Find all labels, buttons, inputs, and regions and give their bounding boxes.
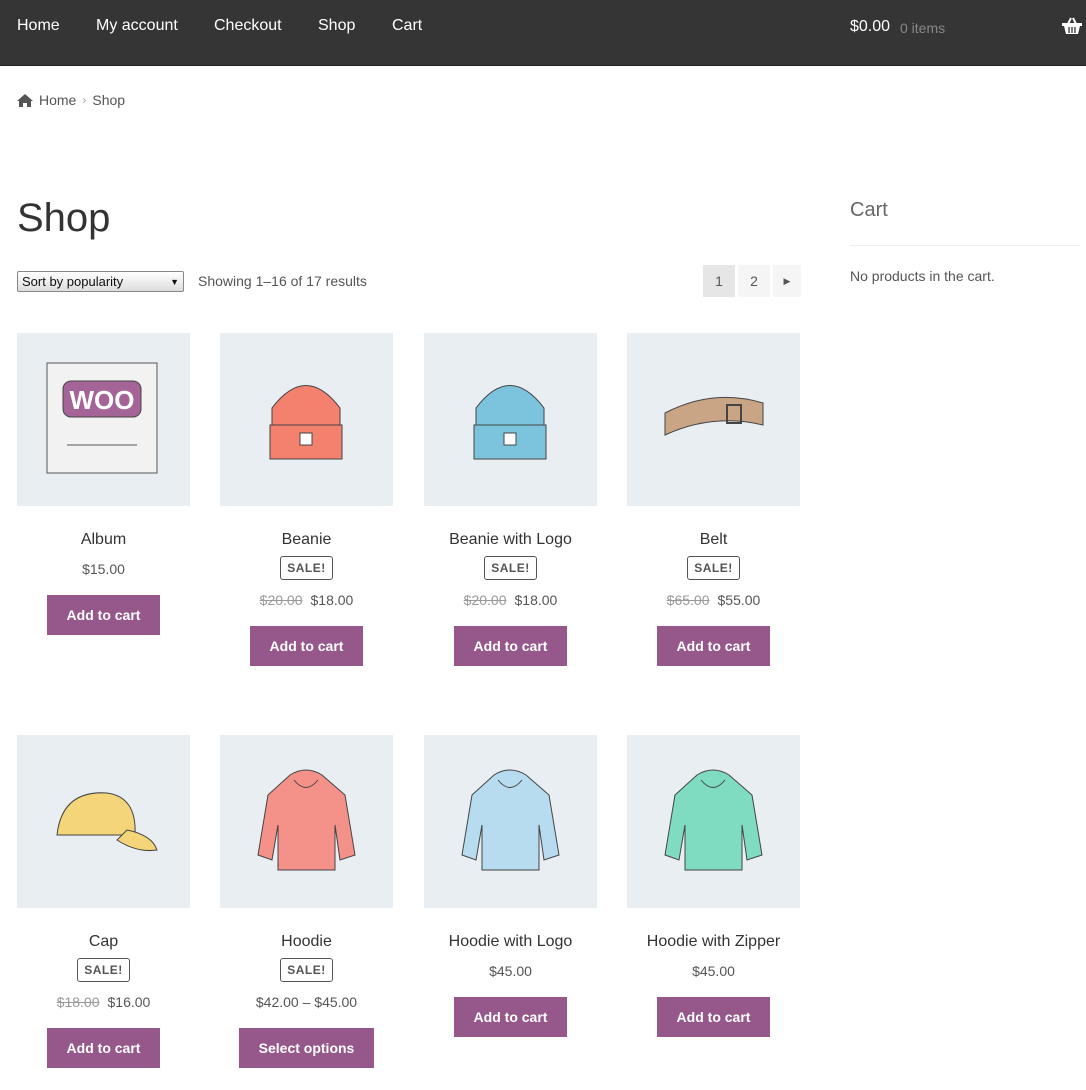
product-price: $15.00 — [82, 561, 125, 577]
current-price: $45.00 — [489, 963, 532, 979]
page-1: 1 — [703, 265, 735, 297]
beanie-image — [473, 385, 547, 460]
product-price: $45.00 — [489, 963, 532, 979]
product-title[interactable]: Belt — [700, 531, 728, 549]
current-price: $55.00 — [717, 592, 761, 608]
nav-shop[interactable]: Shop — [318, 17, 355, 35]
breadcrumb-home[interactable]: Home — [39, 92, 76, 108]
hoodie-image — [461, 769, 560, 871]
page-2[interactable]: 2 — [738, 265, 770, 297]
old-price: $65.00 — [666, 592, 710, 608]
add-to-cart-button[interactable]: Add to cart — [249, 626, 364, 666]
product-title[interactable]: Hoodie with Logo — [449, 933, 573, 951]
sale-badge: SALE! — [280, 958, 333, 982]
old-price: $18.00 — [56, 994, 100, 1010]
belt-image — [664, 396, 764, 436]
product-image[interactable] — [220, 735, 393, 908]
product-image[interactable] — [220, 333, 393, 506]
product-card: Hoodie with Logo $45.00 Add to cart — [424, 735, 597, 1037]
result-count: Showing 1–16 of 17 results — [198, 273, 367, 289]
add-to-cart-button[interactable]: Add to cart — [453, 626, 568, 666]
sort-selected: Sort by popularity — [22, 274, 124, 289]
cap-image — [56, 792, 158, 851]
product-price: $18.00 $16.00 — [57, 994, 151, 1010]
site-header: Home My account Checkout Shop Cart $0.00… — [0, 0, 1086, 66]
product-image[interactable]: WOO — [17, 333, 190, 506]
sale-badge: SALE! — [77, 958, 130, 982]
product-price: $45.00 — [692, 963, 735, 979]
breadcrumb-current: Shop — [92, 92, 126, 108]
product-card: WOO Album $15.00 Add to cart — [17, 333, 190, 635]
old-price: $20.00 — [463, 592, 507, 608]
svg-text:WOO: WOO — [70, 385, 135, 415]
pagination: 1 2 ▶ — [703, 265, 801, 297]
header-cart-count[interactable]: 0 items — [900, 20, 945, 36]
home-icon — [17, 93, 33, 107]
current-price: $45.00 — [692, 963, 735, 979]
nav-checkout[interactable]: Checkout — [214, 17, 282, 35]
product-card: Hoodie SALE! $42.00 – $45.00 Select opti… — [220, 735, 393, 1068]
product-image[interactable] — [424, 333, 597, 506]
product-image[interactable] — [627, 735, 800, 908]
product-card: Belt SALE! $65.00 $55.00 Add to cart — [627, 333, 800, 666]
sale-badge: SALE! — [484, 556, 537, 580]
nav-my-account[interactable]: My account — [96, 17, 178, 35]
product-card: Cap SALE! $18.00 $16.00 Add to cart — [17, 735, 190, 1068]
dropdown-arrow-icon: ▼ — [170, 276, 179, 287]
breadcrumb: Home › Shop — [17, 92, 125, 108]
sort-select[interactable]: Sort by popularity ▼ — [17, 271, 184, 292]
breadcrumb-separator: › — [82, 93, 87, 107]
sale-badge: SALE! — [687, 556, 740, 580]
product-card: Hoodie with Zipper $45.00 Add to cart — [627, 735, 800, 1037]
add-to-cart-button[interactable]: Add to cart — [46, 595, 161, 635]
old-price: $20.00 — [259, 592, 303, 608]
current-price: $16.00 — [107, 994, 151, 1010]
page-title: Shop — [17, 196, 111, 240]
current-price: $18.00 — [514, 592, 558, 608]
nav-home[interactable]: Home — [17, 17, 60, 35]
add-to-cart-button[interactable]: Add to cart — [656, 626, 771, 666]
product-title[interactable]: Cap — [89, 933, 118, 951]
product-title[interactable]: Hoodie — [281, 933, 332, 951]
product-title[interactable]: Hoodie with Zipper — [647, 933, 780, 951]
add-to-cart-button[interactable]: Add to cart — [46, 1028, 161, 1068]
product-image[interactable] — [17, 735, 190, 908]
product-image[interactable] — [627, 333, 800, 506]
current-price: $15.00 — [82, 561, 125, 577]
product-card: Beanie SALE! $20.00 $18.00 Add to cart — [220, 333, 393, 666]
add-to-cart-button[interactable]: Add to cart — [453, 997, 568, 1037]
sale-badge: SALE! — [280, 556, 333, 580]
product-title[interactable]: Album — [81, 531, 126, 549]
header-cart-total[interactable]: $0.00 — [850, 18, 890, 36]
add-to-cart-button[interactable]: Add to cart — [656, 997, 771, 1037]
product-price: $20.00 $18.00 — [464, 592, 558, 608]
select-options-button[interactable]: Select options — [238, 1028, 375, 1068]
hoodie-image — [257, 769, 356, 871]
product-image[interactable] — [424, 735, 597, 908]
product-price: $42.00 – $45.00 — [256, 994, 357, 1010]
album-image: WOO — [46, 362, 158, 474]
sidebar-cart-empty: No products in the cart. — [850, 268, 995, 284]
current-price: $18.00 — [310, 592, 354, 608]
divider — [850, 245, 1080, 246]
product-price: $65.00 $55.00 — [667, 592, 761, 608]
next-page-icon[interactable]: ▶ — [773, 265, 801, 297]
nav-cart[interactable]: Cart — [392, 17, 422, 35]
basket-icon[interactable] — [1062, 17, 1082, 35]
hoodie-image — [664, 769, 763, 871]
current-price: $42.00 – $45.00 — [255, 994, 358, 1010]
beanie-image — [269, 385, 343, 460]
product-title[interactable]: Beanie — [282, 531, 332, 549]
product-title[interactable]: Beanie with Logo — [449, 531, 572, 549]
product-price: $20.00 $18.00 — [260, 592, 354, 608]
product-card: Beanie with Logo SALE! $20.00 $18.00 Add … — [424, 333, 597, 666]
sidebar-cart-title: Cart — [850, 199, 888, 221]
